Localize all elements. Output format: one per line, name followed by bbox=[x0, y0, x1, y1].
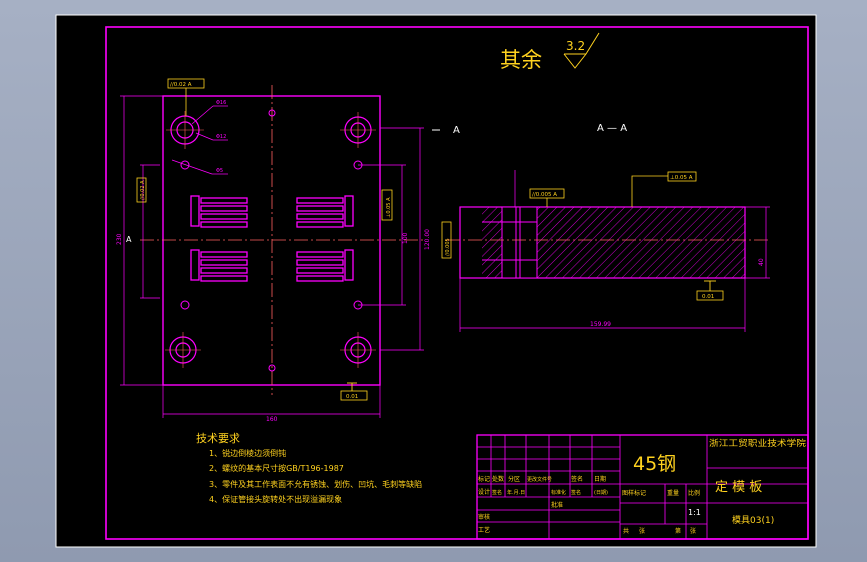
tolerance-side: //0.02 A bbox=[140, 180, 146, 200]
hole-label-12: Φ12 bbox=[216, 134, 226, 140]
section-title: A — A bbox=[597, 123, 627, 134]
dim-width: 160 bbox=[266, 416, 278, 423]
dim-height: 230 bbox=[116, 233, 123, 245]
title-school-line: 浙江工贸职业技术学院 bbox=[709, 438, 807, 449]
tb-total: 共 bbox=[623, 527, 629, 535]
tb-sheet-2: 张 bbox=[690, 527, 696, 535]
title-scale-value: 1:1 bbox=[688, 508, 701, 517]
tolerance-right: ⊥0.05 A bbox=[386, 197, 392, 218]
tb-standard-date: (日期) bbox=[594, 490, 608, 496]
hole-label-5: Φ5 bbox=[216, 168, 223, 174]
tb-weight: 重量 bbox=[667, 489, 679, 497]
tb-zone: 分区 bbox=[508, 475, 520, 483]
dim-side-small: 100 bbox=[402, 232, 409, 244]
section-tol-1: //0.005 A bbox=[532, 192, 557, 198]
tb-design-date: 年.月.日 bbox=[507, 489, 525, 496]
tech-item-3: 3、零件及其工作表面不允有锈蚀、划伤、凹坑、毛刺等缺陷 bbox=[209, 479, 422, 489]
tech-item-1: 1、锐边倒棱边须倒钝 bbox=[209, 448, 286, 458]
tb-standard: 标准化 bbox=[551, 489, 566, 496]
cad-drawing-canvas: 其余 3.2 Φ16 Φ12 Φ5 230 160 120.00 100 //0… bbox=[55, 14, 817, 548]
roughness-value: 3.2 bbox=[566, 39, 585, 53]
tb-mark: 标记 bbox=[478, 475, 490, 483]
title-part-name: 定 模 板 bbox=[715, 480, 762, 495]
title-drawing-no: 模具03(1) bbox=[732, 515, 774, 526]
drawing-sheet bbox=[55, 14, 817, 548]
section-marker-left: A bbox=[126, 235, 132, 244]
tb-scale: 比例 bbox=[688, 489, 700, 497]
tb-sheet-1: 张 bbox=[639, 527, 645, 535]
tb-date: 日期 bbox=[594, 475, 606, 483]
tech-title: 技术要求 bbox=[196, 432, 240, 445]
hole-label-16: Φ16 bbox=[216, 100, 226, 106]
dim-section-length: 159.99 bbox=[590, 321, 611, 328]
title-material: 45钢 bbox=[633, 453, 676, 475]
section-hatch-left bbox=[482, 207, 502, 278]
tb-process: 工艺 bbox=[478, 526, 490, 534]
tolerance-bottom: 0.01 bbox=[346, 394, 358, 400]
dim-section-thickness: 40 bbox=[758, 258, 765, 266]
tb-sign: 签名 bbox=[571, 475, 583, 483]
tb-standard-sign: 签名 bbox=[571, 489, 581, 496]
tb-approve: 批准 bbox=[551, 501, 563, 509]
tech-item-2: 2、螺纹的基本尺寸按GB/T196-1987 bbox=[209, 463, 344, 473]
tech-item-4: 4、保证管接头旋转处不出现溢漏现象 bbox=[209, 494, 342, 504]
section-marker-right: A bbox=[453, 125, 460, 136]
tb-nth: 第 bbox=[675, 527, 681, 535]
section-tol-2: //0.005 bbox=[445, 238, 451, 256]
tb-count: 处数 bbox=[492, 475, 504, 483]
tb-change-doc: 更改文件号 bbox=[527, 476, 552, 483]
tb-stage: 图样标记 bbox=[622, 489, 646, 497]
tb-design-sign: 签名 bbox=[492, 489, 502, 496]
roughness-label: 其余 bbox=[500, 48, 542, 72]
tolerance-top: //0.02 A bbox=[170, 82, 192, 88]
tb-review: 审核 bbox=[478, 513, 490, 521]
dim-inner-height: 120.00 bbox=[424, 229, 431, 250]
section-tol-flag-text: ⊥0.05 A bbox=[670, 175, 693, 181]
section-hatch-main bbox=[537, 207, 745, 278]
tb-design: 设计 bbox=[478, 488, 490, 496]
section-tol-bottom: 0.01 bbox=[702, 294, 714, 300]
